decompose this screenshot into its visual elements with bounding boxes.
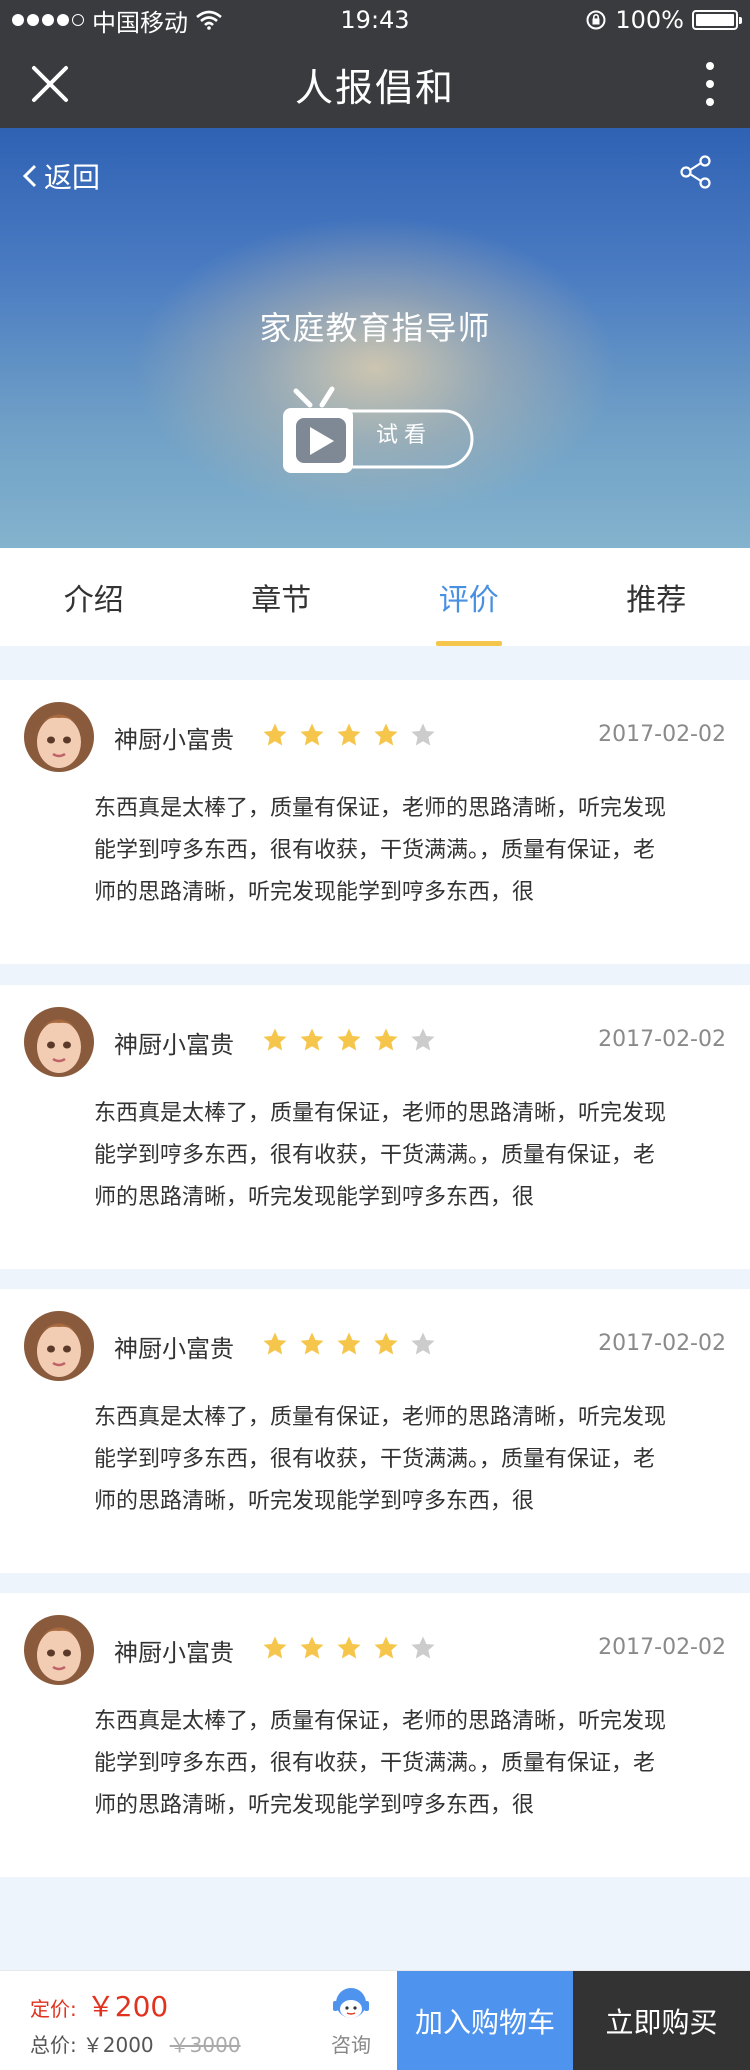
more-options-icon[interactable] — [700, 58, 720, 110]
signal-strength-icon — [12, 14, 84, 26]
star-icon — [263, 1028, 287, 1051]
star-icon — [300, 1332, 324, 1355]
reviewer-name: 神厨小富贵 — [114, 1639, 234, 1667]
review-text: 东西真是太棒了，质量有保证，老师的思路清晰，听完发现能学到哼多东西，很有收获，干… — [94, 1709, 667, 1818]
battery-percent: 100% — [615, 6, 684, 34]
star-icon — [411, 723, 435, 746]
star-icon — [411, 1636, 435, 1659]
review-card: 神厨小富贵 2017-02-02 东西真是太棒了，质量有保证，老师的思路清晰，听… — [0, 1593, 750, 1877]
rating-stars — [262, 722, 436, 748]
review-date: 2017-02-02 — [598, 1027, 726, 1052]
reviewer-name: 神厨小富贵 — [114, 1335, 234, 1363]
course-title: 家庭教育指导师 — [259, 309, 491, 347]
star-icon — [374, 1636, 398, 1659]
review-date: 2017-02-02 — [598, 722, 726, 747]
tab-recommend[interactable]: 推荐 — [563, 548, 750, 646]
buy-now-button[interactable]: 立即购买 — [573, 1971, 750, 2070]
rotation-lock-icon — [586, 10, 606, 30]
tab-intro[interactable]: 介绍 — [0, 548, 188, 646]
consult-button[interactable]: 咨询 — [305, 1971, 397, 2070]
total-label: 总价: — [30, 2033, 77, 2057]
reviewer-name: 神厨小富贵 — [114, 1031, 234, 1059]
consult-label: 咨询 — [331, 2033, 371, 2057]
tab-reviews[interactable]: 评价 — [375, 548, 563, 646]
star-icon — [263, 1636, 287, 1659]
star-icon — [337, 1332, 361, 1355]
star-icon — [300, 723, 324, 746]
review-date: 2017-02-02 — [598, 1635, 726, 1660]
avatar — [24, 1007, 94, 1077]
trial-label: 试看 — [376, 423, 433, 448]
status-bar: 中国移动 19:43 100% — [0, 0, 750, 40]
avatar — [24, 702, 94, 772]
navigation-bar: 人报倡和 — [0, 40, 750, 128]
original-price: ￥3000 — [169, 2033, 241, 2057]
review-card: 神厨小富贵 2017-02-02 东西真是太棒了，质量有保证，老师的思路清晰，听… — [0, 1289, 750, 1573]
tab-chapters[interactable]: 章节 — [188, 548, 376, 646]
reviewer-name: 神厨小富贵 — [114, 726, 234, 754]
star-icon — [374, 723, 398, 746]
star-icon — [263, 1332, 287, 1355]
carrier-name: 中国移动 — [92, 8, 188, 37]
course-banner: 返回 家庭教育指导师 试看 — [0, 128, 750, 548]
star-icon — [374, 1028, 398, 1051]
star-icon — [411, 1332, 435, 1355]
price-value: ￥200 — [86, 1990, 169, 2023]
star-icon — [337, 723, 361, 746]
add-to-cart-button[interactable]: 加入购物车 — [397, 1971, 573, 2070]
page-title: 人报倡和 — [294, 65, 455, 110]
review-text: 东西真是太棒了，质量有保证，老师的思路清晰，听完发现能学到哼多东西，很有收获，干… — [94, 796, 667, 905]
review-card: 神厨小富贵 2017-02-02 东西真是太棒了，质量有保证，老师的思路清晰，听… — [0, 985, 750, 1269]
status-time: 19:43 — [340, 6, 410, 34]
avatar — [24, 1615, 94, 1685]
avatar — [24, 1311, 94, 1381]
trial-watch-button[interactable]: 试看 — [280, 383, 475, 478]
review-card: 神厨小富贵 2017-02-02 东西真是太棒了，质量有保证，老师的思路清晰，听… — [0, 680, 750, 964]
share-icon[interactable] — [678, 154, 714, 190]
back-label: 返回 — [44, 161, 101, 194]
rating-stars — [262, 1027, 436, 1053]
star-icon — [411, 1028, 435, 1051]
star-icon — [337, 1636, 361, 1659]
customer-service-icon — [333, 1988, 369, 2018]
purchase-bar: 定价: ￥200 总价: ￥2000 ￥3000 咨询 加入购物车 立即购买 — [0, 1970, 750, 2070]
price-summary: 定价: ￥200 总价: ￥2000 ￥3000 — [0, 1971, 305, 2070]
star-icon — [300, 1636, 324, 1659]
star-icon — [337, 1028, 361, 1051]
tab-bar: 介绍 章节 评价 推荐 — [0, 548, 750, 646]
star-icon — [300, 1028, 324, 1051]
close-icon[interactable] — [30, 64, 70, 104]
review-text: 东西真是太棒了，质量有保证，老师的思路清晰，听完发现能学到哼多东西，很有收获，干… — [94, 1101, 667, 1210]
price-label: 定价: — [30, 1997, 77, 2021]
battery-icon — [692, 10, 742, 30]
rating-stars — [262, 1635, 436, 1661]
back-button[interactable]: 返回 — [22, 156, 100, 196]
chevron-left-icon — [22, 164, 37, 188]
wifi-icon — [196, 10, 222, 30]
rating-stars — [262, 1331, 436, 1357]
star-icon — [263, 723, 287, 746]
star-icon — [374, 1332, 398, 1355]
review-text: 东西真是太棒了，质量有保证，老师的思路清晰，听完发现能学到哼多东西，很有收获，干… — [94, 1405, 667, 1514]
review-date: 2017-02-02 — [598, 1331, 726, 1356]
total-value: ￥2000 — [82, 2033, 154, 2057]
